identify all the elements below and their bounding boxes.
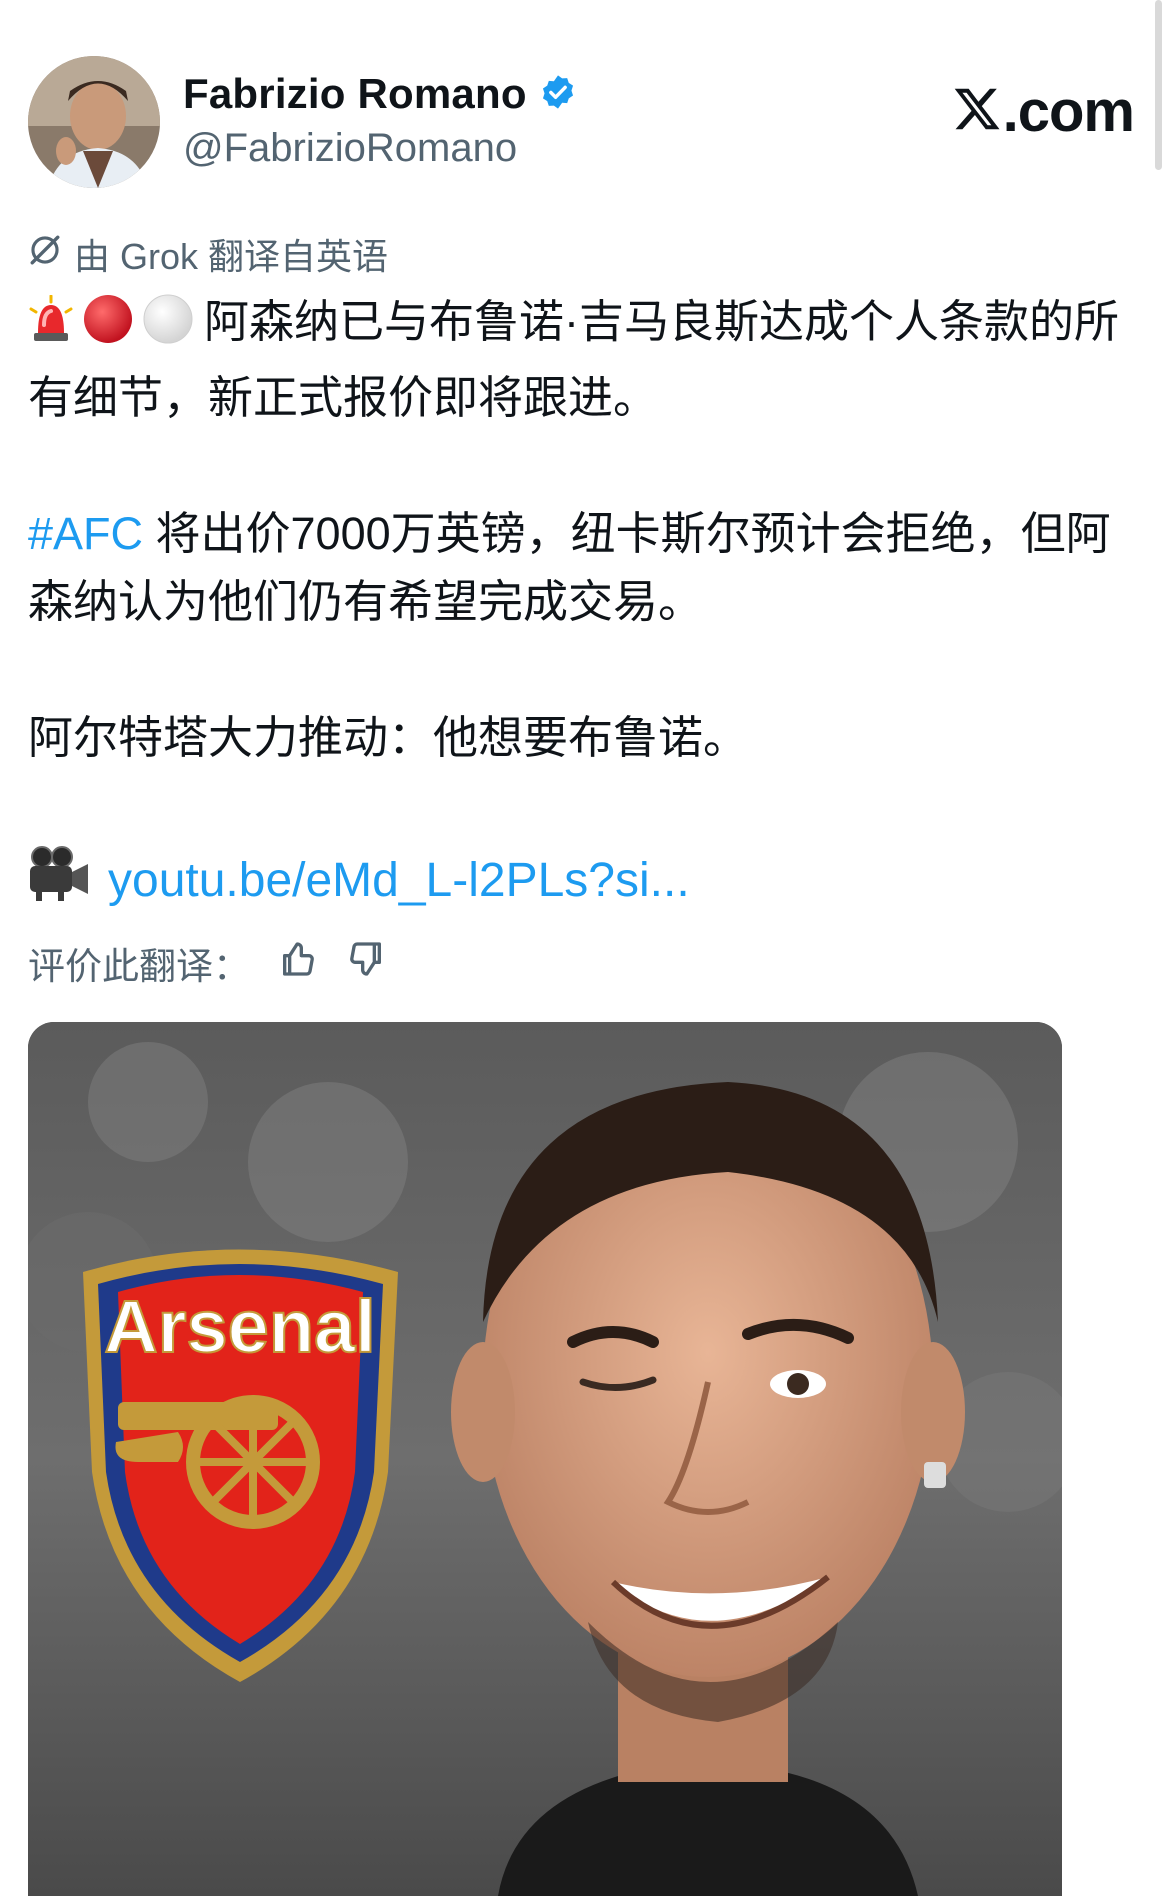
youtube-link[interactable]: youtu.be/eMd_L-l2PLs?si...: [108, 853, 690, 908]
author-handle[interactable]: @FabrizioRomano: [183, 126, 577, 171]
scrollbar[interactable]: [1155, 0, 1162, 170]
rate-label: 评价此翻译：: [28, 946, 250, 987]
x-brand-logo: .com: [951, 78, 1135, 145]
hashtag-link[interactable]: #AFC: [28, 508, 143, 559]
tweet-header: Fabrizio Romano @FabrizioRomano .com: [28, 56, 1140, 191]
siren-icon: [28, 294, 74, 362]
tweet-media-image[interactable]: Arsenal: [28, 1022, 1062, 1896]
white-circle-icon: [142, 293, 194, 364]
tweet-paragraph-2: #AFC 将出价7000万英镑，纽卡斯尔预计会拒绝，但阿森纳认为他们仍有希望完成…: [28, 500, 1138, 636]
x-dotcom-text: .com: [1002, 79, 1135, 144]
translation-note-text[interactable]: 由 Grok 翻译自英语: [74, 228, 388, 280]
tweet-line-2: 将出价7000万英镑，纽卡斯尔预计会拒绝，但阿森纳认为他们仍有希望完成交易。: [28, 507, 1111, 627]
display-name[interactable]: Fabrizio Romano: [183, 70, 527, 118]
movie-camera-icon: [28, 846, 90, 914]
tweet-line-3: 阿尔特塔大力推动：他想要布鲁诺。: [28, 711, 749, 763]
verified-badge-icon: [539, 73, 577, 116]
tweet-text: 阿森纳已与布鲁诺·吉马良斯达成个人条款的所有细节，新正式报价即将跟进。 #AFC…: [28, 288, 1138, 772]
grok-icon: [28, 233, 62, 276]
author-names: Fabrizio Romano @FabrizioRomano: [183, 70, 577, 171]
red-circle-icon: [82, 293, 134, 364]
x-logo-icon: [951, 84, 1003, 139]
thumbs-up-icon[interactable]: [278, 939, 318, 988]
crest-text: Arsenal: [104, 1285, 375, 1368]
thumbs-down-icon[interactable]: [346, 939, 386, 988]
avatar[interactable]: [28, 56, 160, 188]
translation-note: 由 Grok 翻译自英语: [28, 228, 388, 280]
link-row: youtu.be/eMd_L-l2PLs?si...: [28, 846, 690, 914]
rate-translation: 评价此翻译：: [28, 936, 386, 990]
emoji-group: [28, 293, 194, 364]
tweet-paragraph-1: 阿森纳已与布鲁诺·吉马良斯达成个人条款的所有细节，新正式报价即将跟进。: [28, 288, 1138, 432]
